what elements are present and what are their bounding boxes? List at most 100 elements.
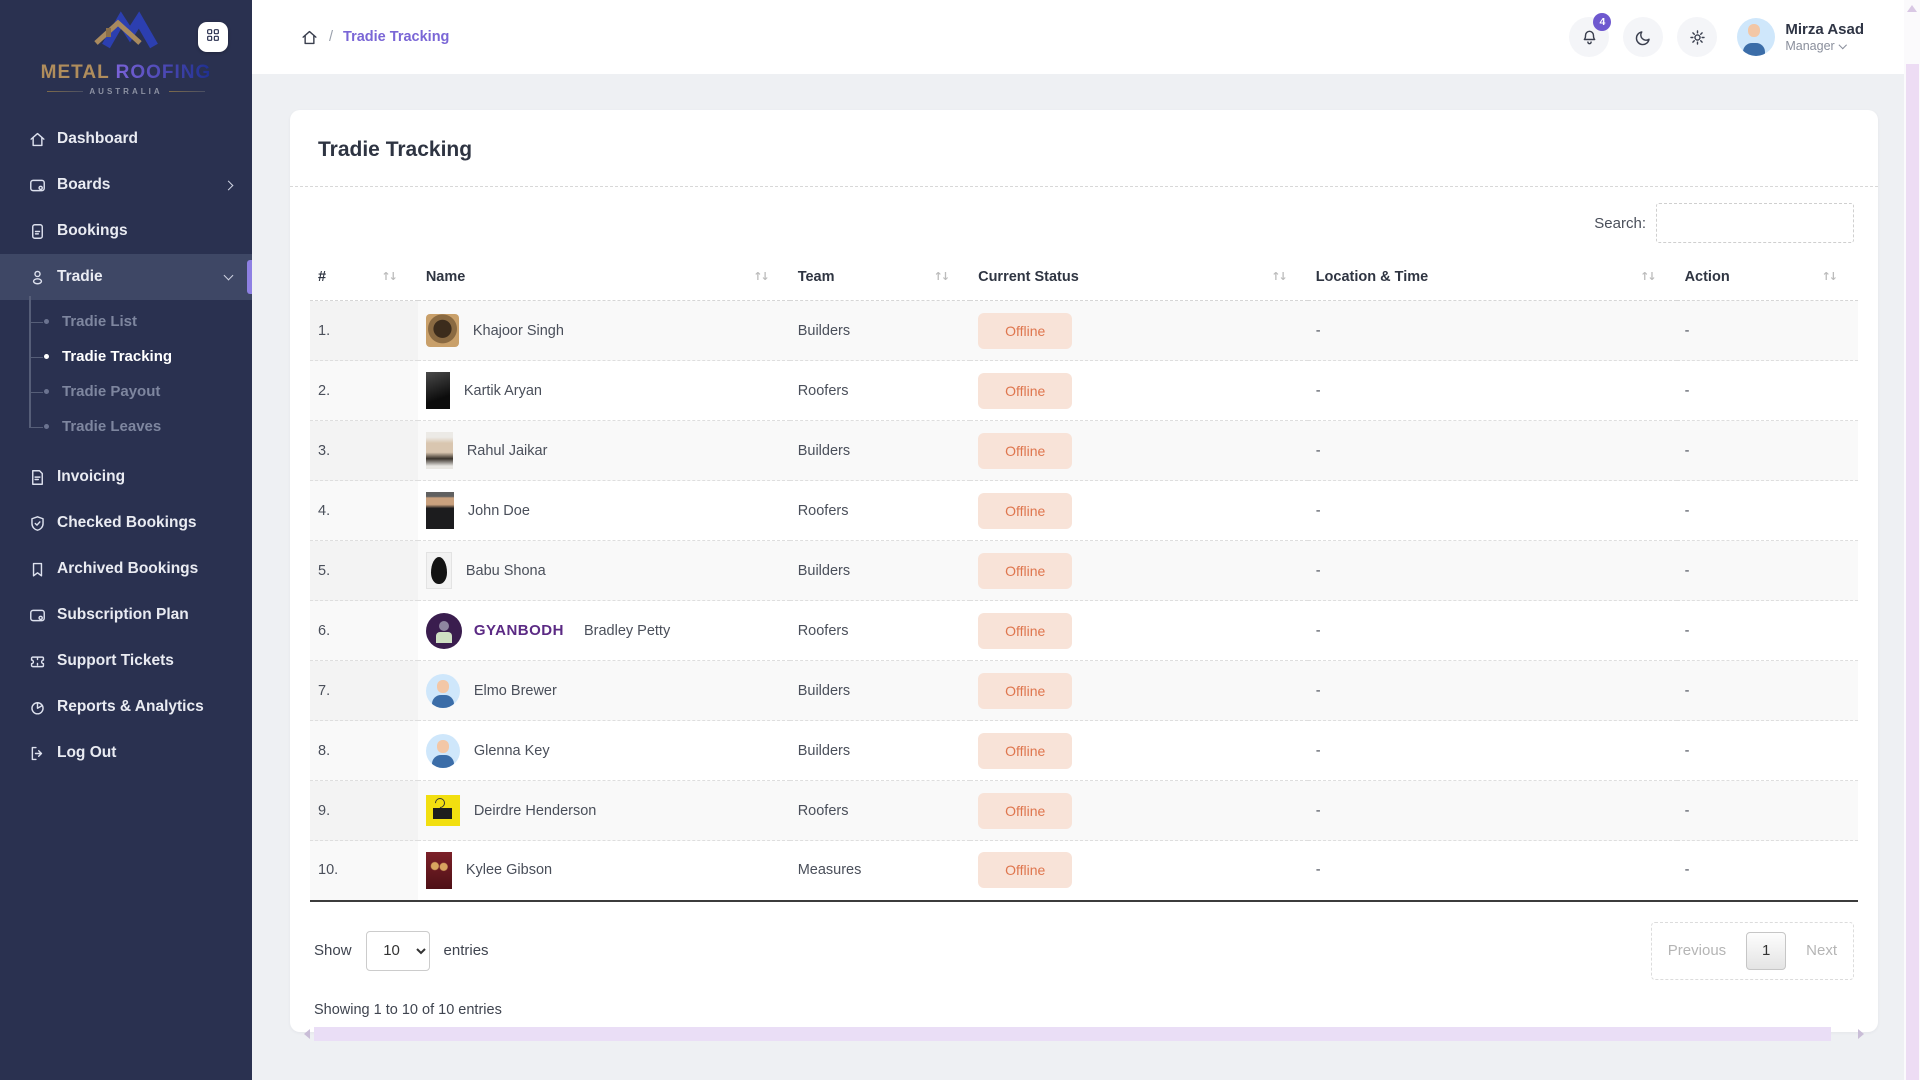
row-number: 9.	[310, 781, 418, 841]
status-badge: Offline	[978, 673, 1072, 709]
column-header-name[interactable]: Name↑↓	[418, 253, 790, 301]
tradie-name: Deirdre Henderson	[474, 803, 597, 819]
home-icon[interactable]	[300, 28, 319, 47]
light-portrait-avatar	[426, 432, 453, 469]
sidebar-item-label: Invoicing	[57, 468, 125, 486]
sidebar-item-tradie-list[interactable]: Tradie List	[0, 304, 252, 339]
scroll-left-icon[interactable]	[304, 1029, 310, 1039]
action-cell: -	[1677, 421, 1858, 481]
column-header-team[interactable]: Team↑↓	[790, 253, 970, 301]
table-row: 5.Babu ShonaBuildersOffline--	[310, 541, 1858, 601]
column-header-location-time[interactable]: Location & Time↑↓	[1308, 253, 1677, 301]
sidebar-item-archived-bookings[interactable]: Archived Bookings	[0, 546, 252, 592]
company-logo-text: GYANBODH	[474, 622, 564, 639]
team-cell: Roofers	[790, 781, 970, 841]
status-badge: Offline	[978, 373, 1072, 409]
tradie-name: Rahul Jaikar	[467, 443, 548, 459]
cartoon-avatar	[426, 674, 460, 708]
tradie-name: Khajoor Singh	[473, 323, 564, 339]
sidebar-item-tradie-leaves[interactable]: Tradie Leaves	[0, 409, 252, 444]
location-cell: -	[1308, 661, 1677, 721]
team-cell: Builders	[790, 301, 970, 361]
sort-icon: ↑↓	[381, 270, 395, 283]
horizontal-scrollbar[interactable]	[304, 1026, 1864, 1042]
moon-icon	[1634, 28, 1653, 47]
sidebar-item-reports-analytics[interactable]: Reports & Analytics	[0, 684, 252, 730]
sidebar-item-subscription-plan[interactable]: Subscription Plan	[0, 592, 252, 638]
tradie-name-cell: Kartik Aryan	[418, 361, 790, 421]
sidebar-toggle-button[interactable]	[198, 22, 228, 52]
sidebar-item-label: Checked Bookings	[57, 514, 197, 532]
tradie-name: Babu Shona	[466, 563, 546, 579]
current-page-button[interactable]: 1	[1746, 932, 1786, 970]
status-cell: Offline	[970, 781, 1308, 841]
page-size-select[interactable]: 10	[366, 931, 430, 971]
team-cell: Measures	[790, 841, 970, 901]
active-indicator	[247, 260, 252, 294]
breadcrumb-page[interactable]: Tradie Tracking	[343, 29, 449, 45]
sidebar-item-checked-bookings[interactable]: Checked Bookings	[0, 500, 252, 546]
location-cell: -	[1308, 481, 1677, 541]
vertical-scrollbar-thumb[interactable]	[1906, 64, 1919, 1080]
show-label: Show	[314, 942, 352, 959]
sidebar-item-label: Reports & Analytics	[57, 698, 204, 716]
bell-button[interactable]: 4	[1569, 17, 1609, 57]
tradie-name-cell: Rahul Jaikar	[418, 421, 790, 481]
team-cell: Builders	[790, 421, 970, 481]
table-header-row: #↑↓Name↑↓Team↑↓Current Status↑↓Location …	[310, 253, 1858, 301]
sidebar-item-dashboard[interactable]: Dashboard	[0, 116, 252, 162]
previous-page-button[interactable]: Previous	[1668, 942, 1726, 959]
tradie-table-body: 1.Khajoor SinghBuildersOffline--2.Kartik…	[310, 301, 1858, 901]
location-cell: -	[1308, 301, 1677, 361]
tradie-name: Bradley Petty	[584, 623, 670, 639]
brand-word-roofing: ROOFING	[116, 62, 212, 83]
gear-icon	[1688, 28, 1707, 47]
sidebar-item-log-out[interactable]: Log Out	[0, 730, 252, 776]
notification-badge: 4	[1593, 13, 1611, 31]
horizontal-scrollbar-thumb[interactable]	[314, 1027, 1831, 1041]
status-cell: Offline	[970, 481, 1308, 541]
tradie-name-cell: Elmo Brewer	[418, 661, 790, 721]
sidebar-item-tradie-payout[interactable]: Tradie Payout	[0, 374, 252, 409]
action-cell: -	[1677, 301, 1858, 361]
location-cell: -	[1308, 421, 1677, 481]
action-cell: -	[1677, 721, 1858, 781]
status-cell: Offline	[970, 721, 1308, 781]
action-cell: -	[1677, 661, 1858, 721]
sidebar-item-label: Boards	[57, 176, 110, 194]
pagination: Previous 1 Next	[1651, 922, 1854, 980]
tradie-table: #↑↓Name↑↓Team↑↓Current Status↑↓Location …	[290, 253, 1878, 902]
tradie-name: Kartik Aryan	[464, 383, 542, 399]
scroll-right-icon[interactable]	[1858, 1029, 1864, 1039]
team-cell: Roofers	[790, 361, 970, 421]
table-footer: Show 10 entries Previous 1 Next	[290, 902, 1878, 980]
scroll-up-icon[interactable]	[1907, 5, 1917, 12]
location-cell: -	[1308, 841, 1677, 901]
tradie-name: Glenna Key	[474, 743, 550, 759]
next-page-button[interactable]: Next	[1806, 942, 1837, 959]
sidebar-item-bookings[interactable]: Bookings	[0, 208, 252, 254]
action-cell: -	[1677, 541, 1858, 601]
sidebar-item-tradie[interactable]: Tradie	[0, 254, 252, 300]
sort-icon: ↑↓	[1822, 270, 1836, 283]
tradie-name: Kylee Gibson	[466, 862, 552, 878]
table-row: 6.GYANBODHBradley PettyRoofersOffline--	[310, 601, 1858, 661]
gear-button[interactable]	[1677, 17, 1717, 57]
table-row: 1.Khajoor SinghBuildersOffline--	[310, 301, 1858, 361]
sidebar-item-invoicing[interactable]: Invoicing	[0, 454, 252, 500]
column-header--[interactable]: #↑↓	[310, 253, 418, 301]
search-input[interactable]	[1656, 203, 1854, 243]
moon-button[interactable]	[1623, 17, 1663, 57]
vertical-scrollbar[interactable]	[1904, 0, 1920, 1080]
table-row: 4.John DoeRoofersOffline--	[310, 481, 1858, 541]
column-header-action[interactable]: Action↑↓	[1677, 253, 1858, 301]
sidebar-item-support-tickets[interactable]: Support Tickets	[0, 638, 252, 684]
sidebar-item-tradie-tracking[interactable]: Tradie Tracking	[0, 339, 252, 374]
tradie-tracking-card: Tradie Tracking Search: #↑↓Name↑↓Team↑↓C…	[290, 110, 1878, 1032]
sidebar-item-boards[interactable]: Boards	[0, 162, 252, 208]
brand-tagline: AUSTRALIA	[0, 87, 252, 96]
column-header-current-status[interactable]: Current Status↑↓	[970, 253, 1308, 301]
person-icon	[28, 268, 47, 287]
user-menu[interactable]: Mirza Asad Manager	[1737, 18, 1864, 56]
ticket-icon	[28, 652, 47, 671]
